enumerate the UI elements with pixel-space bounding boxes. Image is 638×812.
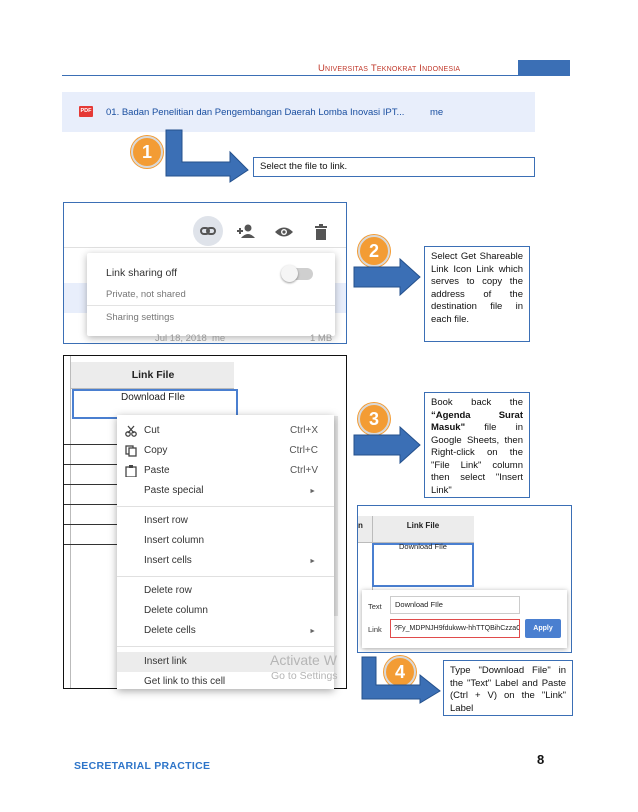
- submenu-arrow-icon: ►: [309, 628, 316, 635]
- trash-icon[interactable]: [314, 224, 328, 240]
- shortcut-copy: Ctrl+C: [289, 445, 318, 456]
- step-3-caption-pre: Book back the: [431, 397, 523, 408]
- menu-insert-row[interactable]: Insert row: [144, 515, 188, 526]
- menu-copy[interactable]: Copy: [144, 445, 167, 456]
- step-1-caption: Select the file to link.: [253, 157, 535, 177]
- step-2-arrow-icon: [353, 257, 421, 297]
- paste-icon: [125, 465, 137, 477]
- step-1-arrow-icon: [165, 129, 249, 183]
- menu-delete-column[interactable]: Delete column: [144, 605, 208, 616]
- step-3-arrow-icon: [353, 425, 421, 465]
- menu-divider: [117, 576, 334, 577]
- link-label: Link: [368, 625, 382, 634]
- page-number: 8: [537, 752, 545, 767]
- step-3-caption-post: file in Google Sheets, then Right-click …: [431, 422, 523, 496]
- sheet-cell[interactable]: Download FIle: [71, 392, 235, 403]
- menu-divider: [117, 506, 334, 507]
- row-date: Jul 18, 2018: [155, 333, 207, 344]
- sheet-column-header[interactable]: Link File: [71, 369, 235, 381]
- footer-title: SECRETARIAL PRACTICE: [74, 760, 211, 772]
- header-rule: [62, 75, 518, 76]
- shortcut-cut: Ctrl+X: [289, 425, 318, 436]
- link-input[interactable]: ?Fy_MDPNJH9fdukww-hhTTQBihCzzaCg: [390, 619, 520, 638]
- menu-get-link-cell[interactable]: Get link to this cell: [144, 676, 225, 687]
- submenu-arrow-icon: ►: [309, 488, 316, 495]
- text-input[interactable]: Download FIle: [390, 596, 520, 614]
- link-sharing-label: Link sharing off: [106, 267, 178, 279]
- watermark-line1: Activate W: [270, 652, 337, 668]
- row-size: 1 MB: [310, 333, 333, 344]
- shortcut-paste: Ctrl+V: [289, 465, 318, 476]
- menu-insert-link[interactable]: Insert link: [144, 656, 187, 667]
- text-label: Text: [368, 602, 382, 611]
- apply-button[interactable]: Apply: [525, 619, 561, 638]
- menu-divider: [117, 646, 334, 647]
- menu-insert-cells[interactable]: Insert cells: [144, 555, 192, 566]
- row-owner: me: [212, 333, 226, 344]
- watermark-line2: Go to Settings: [271, 670, 338, 682]
- menu-delete-cells[interactable]: Delete cells: [144, 625, 196, 636]
- context-menu: Cut Ctrl+X Copy Ctrl+C Paste Ctrl+V Past…: [117, 415, 334, 689]
- sharing-settings-link[interactable]: Sharing settings: [106, 312, 174, 323]
- menu-cut[interactable]: Cut: [144, 425, 160, 436]
- pdf-icon: PDF: [79, 106, 93, 117]
- submenu-arrow-icon: ►: [309, 558, 316, 565]
- dialog-cell: Download FIle: [399, 542, 447, 551]
- menu-paste[interactable]: Paste: [144, 465, 170, 476]
- menu-paste-special[interactable]: Paste special: [144, 485, 203, 496]
- step-4-arrow-icon: [361, 656, 441, 704]
- dialog-col-partial: n: [358, 521, 363, 530]
- step-3-caption: Book back the “Agenda Surat Masuk" file …: [424, 392, 530, 498]
- copy-icon: [125, 445, 137, 457]
- menu-insert-column[interactable]: Insert column: [144, 535, 204, 546]
- toggle-knob[interactable]: [281, 265, 298, 282]
- cut-icon: [125, 425, 137, 437]
- popup-divider: [87, 305, 335, 306]
- step-4-caption: Type "Download File" in the "Text" Label…: [443, 660, 573, 716]
- sharing-status: Private, not shared: [106, 289, 186, 300]
- file-owner: me: [430, 107, 444, 118]
- menu-delete-row[interactable]: Delete row: [144, 585, 192, 596]
- add-person-icon[interactable]: [236, 223, 256, 239]
- preview-eye-icon[interactable]: [274, 225, 294, 239]
- file-name[interactable]: 01. Badan Penelitian dan Pengembangan Da…: [106, 107, 404, 118]
- link-icon: [200, 227, 216, 235]
- header-accent-block: [518, 60, 570, 76]
- step-1-badge: 1: [131, 136, 163, 168]
- dialog-column-header: Link File: [406, 521, 440, 530]
- step-2-caption: Select Get Shareable Link Icon Link whic…: [424, 246, 530, 342]
- header-institution: Universitas Teknokrat Indonesia: [318, 63, 461, 74]
